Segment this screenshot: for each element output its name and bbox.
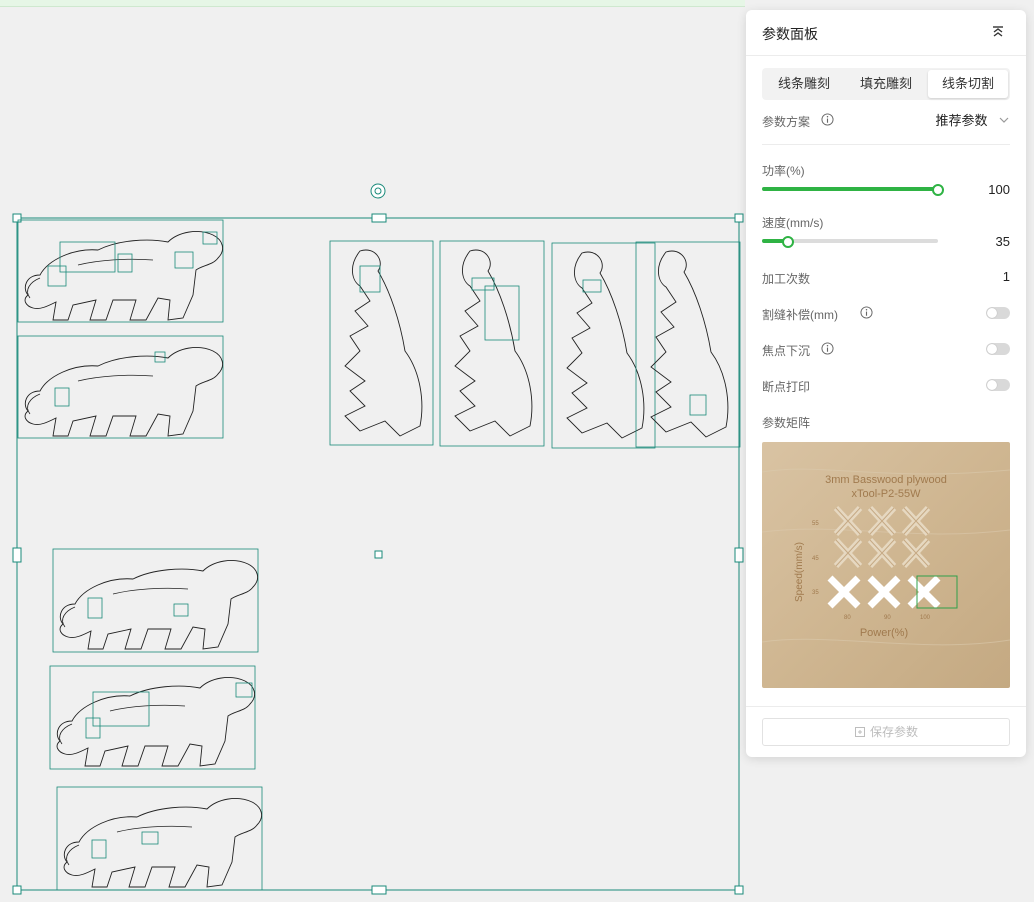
canvas-objects <box>12 183 744 895</box>
passes-value[interactable]: 1 <box>1003 269 1010 284</box>
speed-value[interactable]: 35 <box>996 234 1010 249</box>
selection-handles <box>12 213 744 895</box>
speed-slider-knob[interactable] <box>782 236 794 248</box>
focus-drop-label: 焦点下沉 <box>762 344 811 358</box>
divider <box>762 144 1010 145</box>
panel-title: 参数面板 <box>762 26 818 42</box>
power-slider-fill <box>762 187 938 191</box>
save-icon <box>854 727 865 737</box>
info-icon[interactable] <box>821 342 834 355</box>
collapse-icon[interactable] <box>990 24 1006 40</box>
power-slider-knob[interactable] <box>932 184 944 196</box>
power-label: 功率(%) <box>762 164 805 178</box>
preset-select[interactable]: 推荐参数 <box>936 110 1010 130</box>
matrix-title-1: 3mm Basswood plywood <box>825 474 947 486</box>
breakpoint-print-label: 断点打印 <box>762 380 811 394</box>
footer-divider <box>746 706 1026 707</box>
x-tick-90: 90 <box>884 615 891 621</box>
parameter-panel: 参数面板 线条雕刻 填充雕刻 线条切割 参数方案 推荐参数 功率(%) 100 … <box>746 10 1026 757</box>
matrix-y-axis: Speed(mm/s) <box>794 542 805 602</box>
y-tick-55: 55 <box>812 521 819 527</box>
info-icon[interactable] <box>821 113 834 126</box>
rotate-handle <box>370 183 386 199</box>
tab-fill-engrave[interactable]: 填充雕刻 <box>846 70 926 98</box>
tab-line-cut[interactable]: 线条切割 <box>928 70 1008 98</box>
save-params-button[interactable]: 保存参数 <box>762 718 1010 746</box>
x-tick-80: 80 <box>844 615 851 621</box>
y-tick-35: 35 <box>812 590 819 596</box>
preset-value: 推荐参数 <box>935 113 988 128</box>
focus-drop-toggle[interactable] <box>986 343 1010 355</box>
matrix-title-2: xTool-P2-55W <box>851 488 921 500</box>
power-slider[interactable] <box>762 184 944 196</box>
matrix-label: 参数矩阵 <box>762 416 811 430</box>
breakpoint-print-toggle[interactable] <box>986 379 1010 391</box>
kerf-label: 割缝补偿(mm) <box>762 308 838 322</box>
save-params-label: 保存参数 <box>869 725 918 739</box>
mode-tabs: 线条雕刻 填充雕刻 线条切割 <box>762 68 1010 100</box>
matrix-x-axis: Power(%) <box>860 627 908 639</box>
y-tick-45: 45 <box>812 556 819 562</box>
speed-label: 速度(mm/s) <box>762 216 824 230</box>
preset-label: 参数方案 <box>762 115 811 129</box>
chevron-down-icon <box>999 117 1009 123</box>
passes-label: 加工次数 <box>762 272 811 286</box>
info-icon[interactable] <box>860 306 873 319</box>
parameter-matrix-image[interactable]: 3mm Basswood plywood xTool-P2-55W 55 45 … <box>762 442 1010 688</box>
kerf-toggle[interactable] <box>986 307 1010 319</box>
x-tick-100: 100 <box>920 615 931 621</box>
speed-slider[interactable] <box>762 236 938 248</box>
tab-line-engrave[interactable]: 线条雕刻 <box>764 70 844 98</box>
power-value[interactable]: 100 <box>988 182 1010 197</box>
panel-header: 参数面板 <box>746 10 1026 56</box>
